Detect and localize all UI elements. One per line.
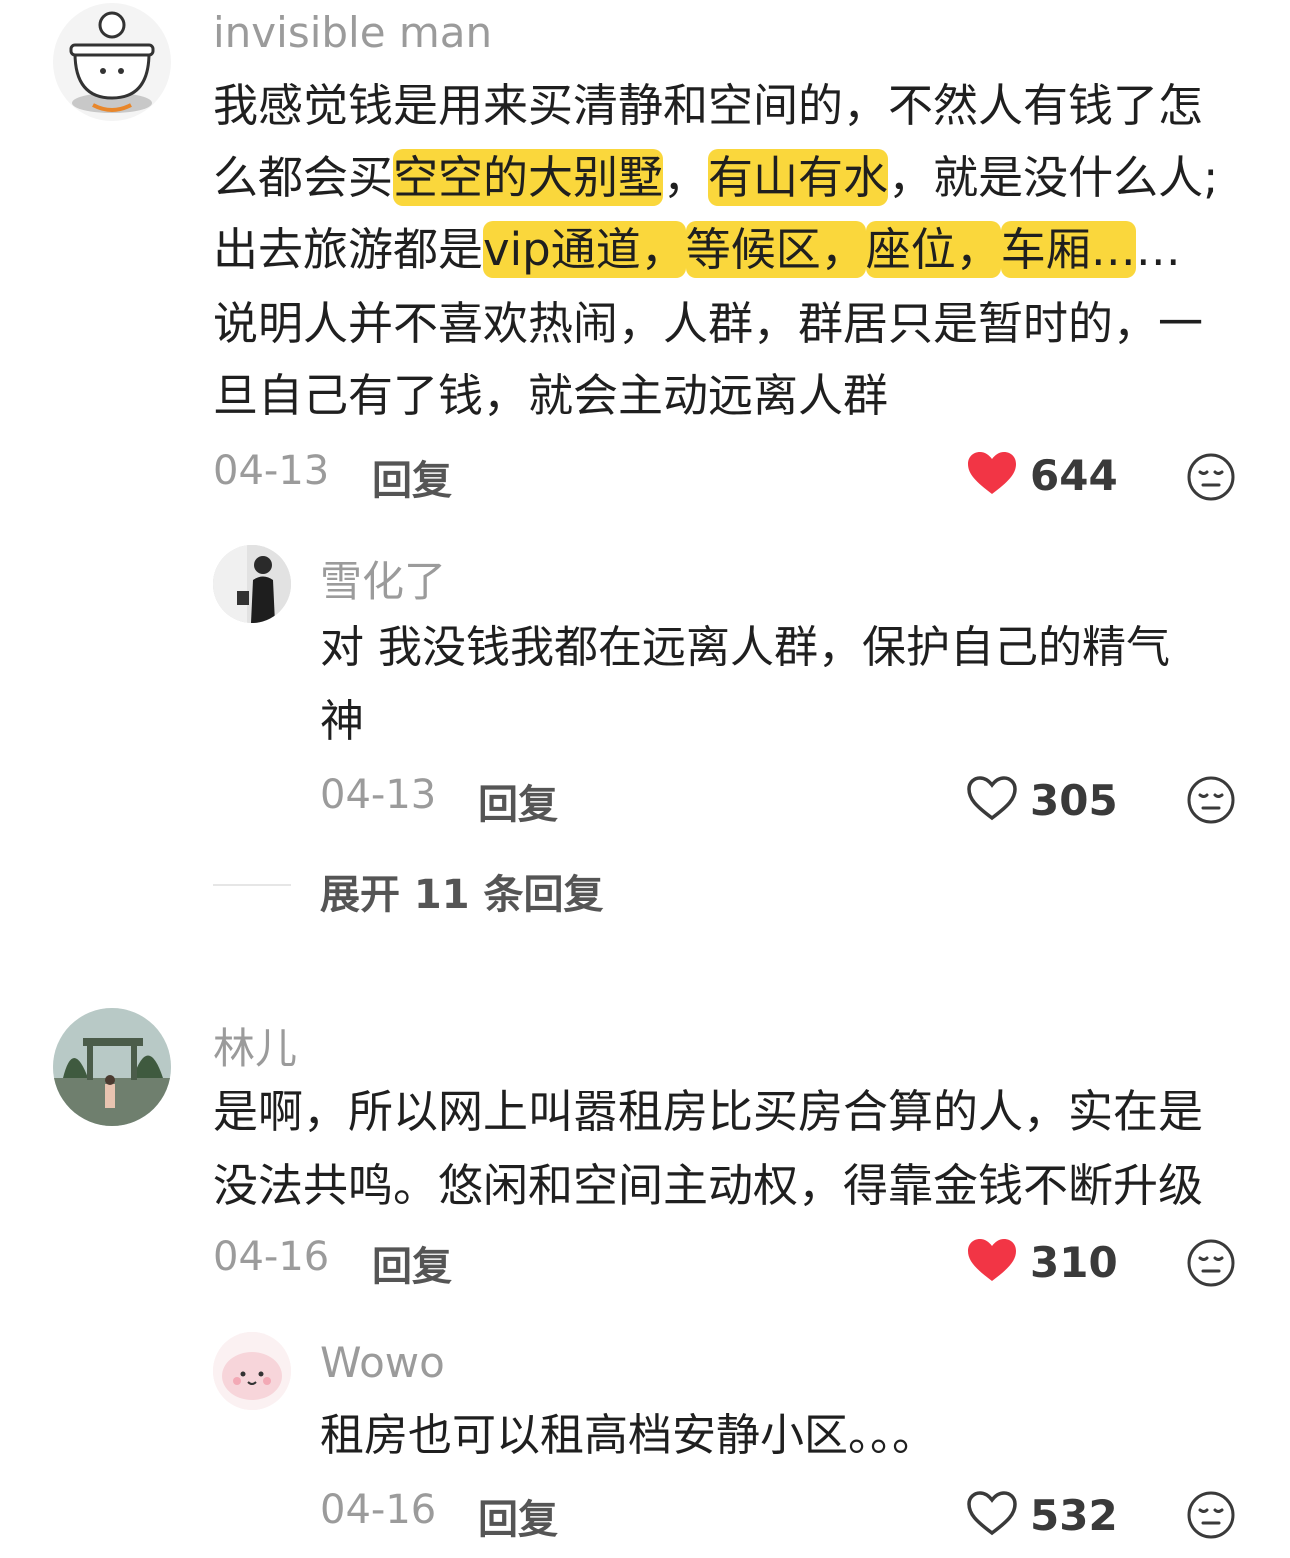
- like-count: 305: [1030, 775, 1118, 825]
- comment-username[interactable]: invisible man: [213, 8, 492, 57]
- highlighted-text: 等候区，: [685, 221, 866, 278]
- reply-button[interactable]: 回复: [478, 1487, 558, 1545]
- reply-button[interactable]: 回复: [372, 448, 452, 506]
- text-segment: ，就是没什么人;: [888, 151, 1219, 204]
- like-button[interactable]: 305: [966, 775, 1118, 825]
- meh-face-icon: [1187, 453, 1235, 501]
- dislike-emoji-button[interactable]: [1186, 1490, 1236, 1540]
- reply-text-line: 神: [320, 696, 364, 747]
- comment-date: 04-13: [213, 448, 330, 494]
- pink-cartoon-icon: [213, 1332, 291, 1410]
- comment-text-line: 说明人并不喜欢热闹，人群，群居只是暂时的，一: [213, 288, 1203, 360]
- highlighted-text: 车厢…: [1000, 221, 1136, 278]
- text-segment: 我感觉钱是用来买清静和空间的，不然人有钱了怎: [213, 79, 1204, 132]
- expand-replies-button[interactable]: 展开 11 条回复: [320, 862, 604, 920]
- like-button[interactable]: 644: [966, 450, 1118, 500]
- reply-username[interactable]: 雪化了: [320, 548, 446, 609]
- comment-text-line: 没法共鸣。悠闲和空间主动权，得靠金钱不断升级: [213, 1150, 1203, 1222]
- comment-text-line: 出去旅游都是vip通道，等候区，座位，车厢……: [213, 214, 1181, 286]
- garden-photo-icon: [53, 1008, 171, 1126]
- highlighted-text: 座位，: [865, 221, 1001, 278]
- reply-username[interactable]: Wowo: [320, 1338, 445, 1387]
- dislike-emoji-button[interactable]: [1186, 775, 1236, 825]
- heart-outline-icon: [966, 1490, 1018, 1540]
- reply-text-line: 对 我没钱我都在远离人群，保护自己的精气: [320, 622, 1170, 673]
- text-segment: 么都会买: [213, 151, 394, 204]
- reply-button[interactable]: 回复: [478, 772, 558, 830]
- comment-text-line: 旦自己有了钱，就会主动远离人群: [213, 360, 888, 432]
- reply-date: 04-16: [320, 1487, 437, 1533]
- dislike-emoji-button[interactable]: [1186, 1238, 1236, 1288]
- highlighted-text: 有山有水: [708, 149, 889, 206]
- person-photo-icon: [213, 545, 291, 623]
- text-segment: ，: [663, 151, 709, 204]
- reply-text-line: 租房也可以租高档安静小区。。。: [320, 1410, 936, 1461]
- meh-face-icon: [1187, 776, 1235, 824]
- avatar-wowo[interactable]: [213, 1332, 291, 1410]
- avatar-liner[interactable]: [53, 1008, 171, 1126]
- heart-filled-icon: [966, 1237, 1018, 1287]
- highlighted-text: vip通道，: [483, 221, 686, 278]
- heart-outline-icon: [966, 775, 1018, 825]
- comment-username[interactable]: 林儿: [213, 1015, 297, 1076]
- avatar-xuehuale[interactable]: [213, 545, 291, 623]
- like-button[interactable]: 310: [966, 1237, 1118, 1287]
- like-count: 644: [1030, 450, 1118, 500]
- text-segment: 说明人并不喜欢热闹，人群，群居只是暂时的，一: [213, 297, 1204, 350]
- like-button[interactable]: 532: [966, 1490, 1118, 1540]
- meh-face-icon: [1187, 1491, 1235, 1539]
- comment-text-line: 我感觉钱是用来买清静和空间的，不然人有钱了怎: [213, 70, 1203, 142]
- cooking-pot-icon: [69, 11, 155, 113]
- like-count: 310: [1030, 1237, 1118, 1287]
- expand-divider: [213, 884, 291, 886]
- dislike-emoji-button[interactable]: [1186, 452, 1236, 502]
- avatar-invisible-man[interactable]: [53, 3, 171, 121]
- meh-face-icon: [1187, 1239, 1235, 1287]
- reply-date: 04-13: [320, 772, 437, 818]
- text-segment: …: [1135, 223, 1181, 276]
- heart-filled-icon: [966, 450, 1018, 500]
- comment-text-line: 是啊，所以网上叫嚣租房比买房合算的人，实在是: [213, 1076, 1203, 1148]
- comment-text-line: 么都会买空空的大别墅，有山有水，就是没什么人;: [213, 142, 1218, 214]
- text-segment: 是啊，所以网上叫嚣租房比买房合算的人，实在是: [213, 1085, 1204, 1138]
- text-segment: 旦自己有了钱，就会主动远离人群: [213, 369, 889, 422]
- comment-date: 04-16: [213, 1234, 330, 1280]
- reply-button[interactable]: 回复: [372, 1234, 452, 1292]
- like-count: 532: [1030, 1490, 1118, 1540]
- text-segment: 没法共鸣。悠闲和空间主动权，得靠金钱不断升级: [213, 1159, 1204, 1212]
- text-segment: 出去旅游都是: [213, 223, 484, 276]
- highlighted-text: 空空的大别墅: [393, 149, 664, 206]
